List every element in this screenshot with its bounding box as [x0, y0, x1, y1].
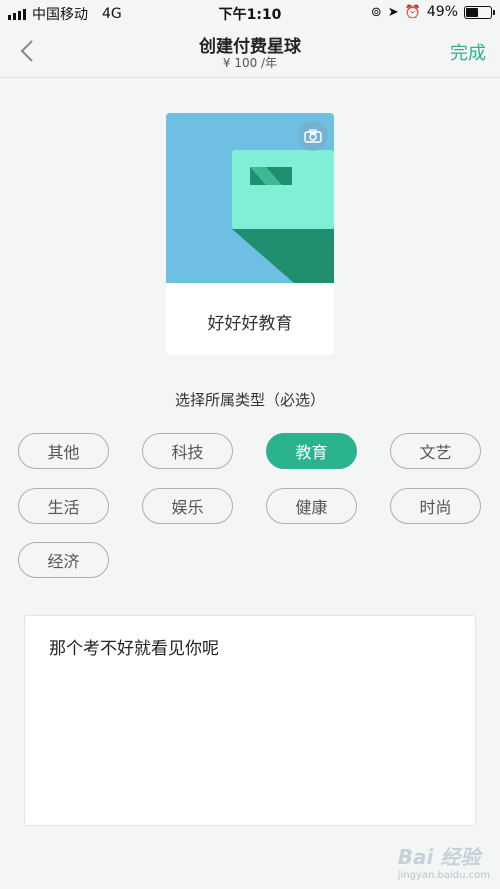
watermark: Bai 经验 jingyan.baidu.com — [398, 841, 490, 881]
status-bar: 中国移动 4G 下午1:10 ⊚ ➤ ⏰ 49% — [0, 0, 500, 26]
tag-fashion[interactable]: 时尚 — [390, 488, 481, 524]
done-button[interactable]: 完成 — [450, 39, 486, 65]
tag-other[interactable]: 其他 — [18, 433, 109, 469]
type-section-title: 选择所属类型（必选） — [174, 391, 325, 409]
lock-rotation-icon: ⊚ — [370, 4, 382, 20]
tag-entertainment[interactable]: 娱乐 — [142, 488, 233, 524]
tag-arts[interactable]: 文艺 — [390, 433, 481, 469]
tag-life[interactable]: 生活 — [18, 488, 109, 524]
camera-button[interactable] — [298, 121, 328, 151]
cover-image[interactable] — [166, 113, 334, 283]
nav-bar: 创建付费星球 ¥ 100 /年 完成 — [0, 26, 500, 78]
alarm-icon: ⏰ — [404, 4, 421, 20]
battery-icon — [464, 5, 495, 19]
planet-name: 好好好教育 — [207, 314, 293, 334]
description-field[interactable]: 那个考不好就看见你呢 — [24, 615, 476, 826]
tag-health[interactable]: 健康 — [266, 488, 357, 524]
planet-card: 好好好教育 — [166, 113, 334, 355]
tag-education[interactable]: 教育 — [266, 433, 357, 469]
camera-icon — [304, 129, 322, 143]
watermark-brand: Bai 经验 — [397, 845, 481, 869]
battery-percent: 49% — [426, 4, 458, 20]
price-subtitle: ¥ 100 /年 — [222, 56, 278, 70]
tag-economy[interactable]: 经济 — [18, 542, 109, 578]
location-icon: ➤ — [387, 4, 399, 20]
tag-tech[interactable]: 科技 — [142, 433, 233, 469]
watermark-url: jingyan.baidu.com — [397, 870, 490, 881]
description-text: 那个考不好就看见你呢 — [49, 639, 219, 659]
